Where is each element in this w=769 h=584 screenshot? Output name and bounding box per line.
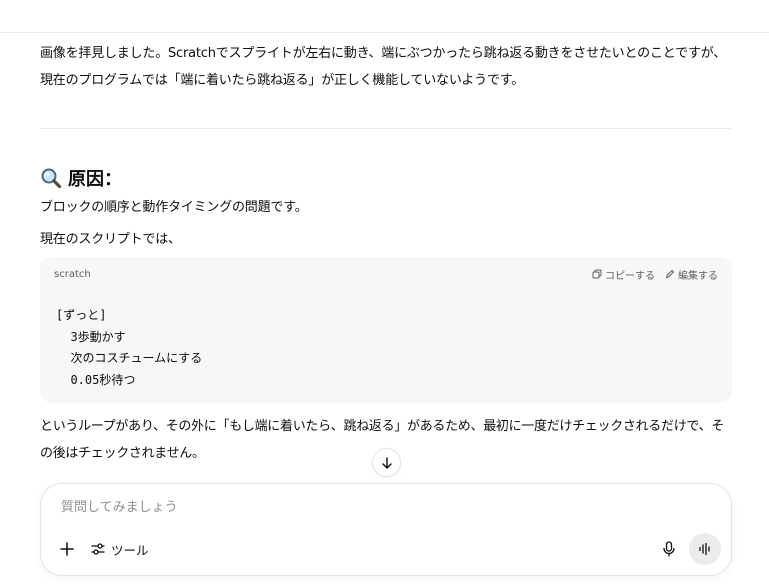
- code-language-label: scratch: [54, 268, 91, 280]
- code-line: 次のコスチュームにする: [56, 351, 203, 365]
- composer-toolbar: ツール: [53, 533, 721, 565]
- edit-code-label: 編集する: [678, 270, 718, 282]
- add-button[interactable]: [53, 535, 81, 563]
- code-line: [ずっと]: [56, 308, 107, 322]
- code-content: [ずっと] 3歩動かす 次のコスチュームにする 0.05秒待つ: [56, 305, 202, 391]
- code-actions: コピーする 編集する: [592, 267, 718, 282]
- scroll-to-bottom-button[interactable]: [372, 448, 401, 477]
- code-line: 3歩動かす: [56, 329, 126, 344]
- code-header: scratch コピーする 編集する: [54, 267, 718, 282]
- magnifier-icon: [40, 167, 62, 189]
- assistant-message: 画像を拝見しました。Scratchでスプライトが左右に動き、端にぶつかったら跳ね…: [40, 40, 732, 480]
- microphone-icon: [663, 541, 675, 557]
- composer-left-actions: ツール: [53, 535, 153, 563]
- cause-heading-text: 原因：: [68, 169, 122, 190]
- current-script-text: 現在のスクリプトでは、: [40, 232, 181, 247]
- plus-icon: [60, 542, 74, 556]
- voice-mode-button[interactable]: [689, 533, 721, 565]
- section-divider: [40, 128, 732, 129]
- composer-right-actions: [655, 533, 721, 565]
- tools-button[interactable]: ツール: [87, 535, 153, 563]
- chat-page: 画像を拝見しました。Scratchでスプライトが左右に動き、端にぶつかったら跳ね…: [0, 0, 769, 584]
- code-line: 0.05秒待つ: [56, 372, 136, 387]
- sliders-icon: [91, 543, 105, 555]
- waveform-icon: [699, 542, 710, 556]
- prompt-input[interactable]: [61, 500, 661, 515]
- copy-icon: [592, 269, 602, 279]
- pencil-icon: [666, 270, 674, 278]
- dictation-button[interactable]: [655, 535, 683, 563]
- arrow-down-icon: [381, 456, 392, 469]
- tools-label: ツール: [111, 542, 149, 558]
- cause-text: ブロックの順序と動作タイミングの問題です。: [40, 200, 308, 215]
- message-composer: ツール: [40, 483, 732, 576]
- copy-code-label: コピーする: [605, 270, 655, 282]
- code-block: scratch コピーする 編集する [ずっと] 3歩動かす 次のコスチュームに…: [40, 257, 732, 403]
- cause-heading: 原因：: [40, 163, 732, 193]
- edit-code-button[interactable]: 編集する: [665, 267, 718, 282]
- header-divider: [0, 32, 769, 33]
- intro-paragraph: 画像を拝見しました。Scratchでスプライトが左右に動き、端にぶつかったら跳ね…: [40, 46, 727, 88]
- copy-code-button[interactable]: コピーする: [592, 267, 655, 282]
